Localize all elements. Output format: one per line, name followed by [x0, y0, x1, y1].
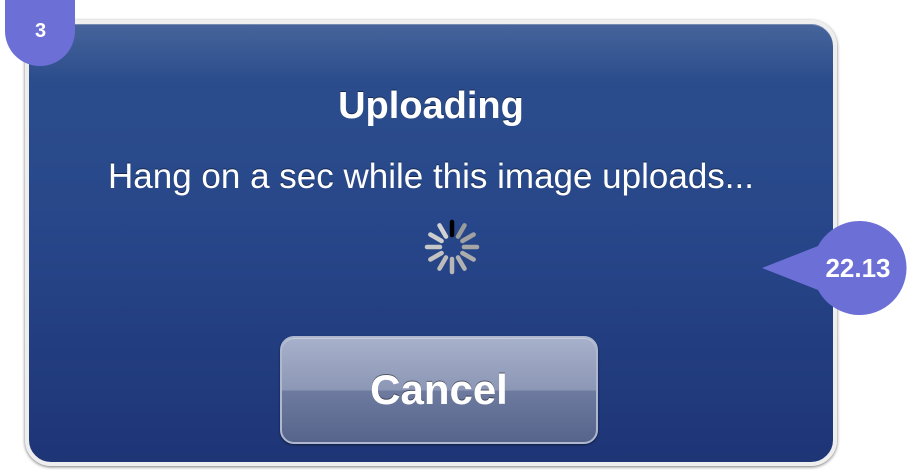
spinner-spoke: [460, 250, 476, 262]
spinner-spoke: [437, 223, 449, 239]
spinner-spoke: [428, 250, 444, 262]
dialog-gloss: [29, 24, 833, 80]
spinner-spoke: [428, 232, 444, 244]
spinner-spoke: [455, 223, 467, 239]
spinner-spoke: [437, 255, 449, 271]
spinner-spoke: [460, 232, 476, 244]
cancel-button[interactable]: Cancel: [280, 336, 598, 444]
timer-badge-value: 22.13: [825, 253, 891, 283]
spinner-spoke: [455, 255, 467, 271]
screen: Uploading Hang on a sec while this image…: [0, 0, 914, 470]
dialog-title: Uploading: [338, 85, 524, 127]
upload-alert-dialog: Uploading Hang on a sec while this image…: [25, 20, 837, 466]
activity-spinner-icon: [424, 219, 480, 275]
dialog-message: Hang on a sec while this image uploads..…: [108, 157, 754, 196]
